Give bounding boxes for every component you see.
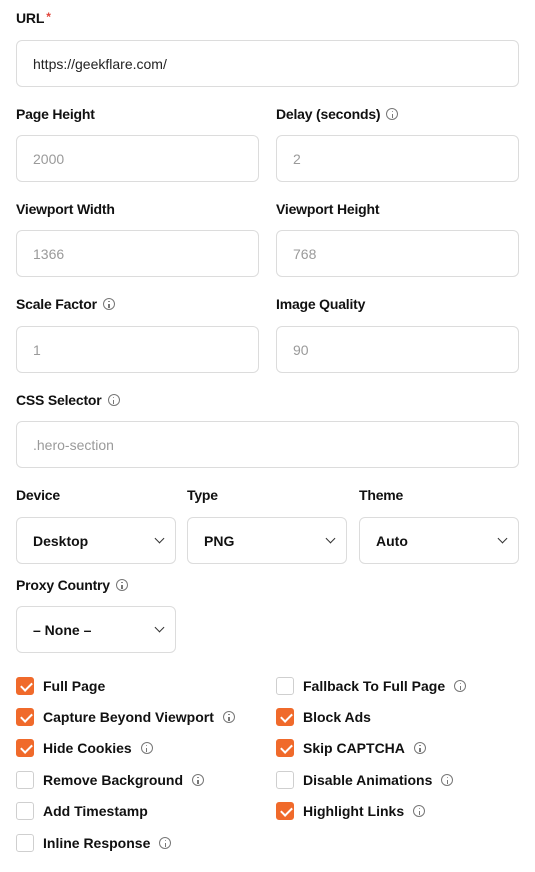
- info-icon[interactable]: [159, 837, 172, 849]
- device-value: Desktop: [33, 532, 89, 549]
- checkbox-box[interactable]: [16, 708, 34, 726]
- viewport-width-field[interactable]: [16, 230, 259, 277]
- theme-label-text: Theme: [359, 487, 404, 503]
- chevron-down-icon: [325, 533, 336, 544]
- url-field[interactable]: [16, 40, 519, 87]
- scale-factor-field[interactable]: [16, 326, 259, 373]
- info-icon[interactable]: [454, 680, 467, 692]
- css-selector-input[interactable]: [17, 422, 518, 467]
- page-height-label: Page Height: [16, 106, 95, 122]
- delay-input[interactable]: [277, 136, 518, 181]
- checkbox-label: Highlight Links: [303, 803, 405, 819]
- page-height-label-text: Page Height: [16, 106, 95, 122]
- viewport-width-label: Viewport Width: [16, 201, 115, 217]
- info-icon[interactable]: [413, 805, 426, 817]
- delay-label-text: Delay (seconds): [276, 106, 381, 122]
- chevron-down-icon: [154, 622, 165, 633]
- image-quality-label-text: Image Quality: [276, 296, 366, 312]
- viewport-height-label: Viewport Height: [276, 201, 380, 217]
- image-quality-label: Image Quality: [276, 296, 365, 312]
- device-label-text: Device: [16, 487, 60, 503]
- checkbox-hide-cookies[interactable]: Hide Cookies: [16, 739, 153, 757]
- url-label: URL *: [16, 10, 51, 26]
- proxy-country-label-text: Proxy Country: [16, 577, 110, 593]
- checkbox-label: Capture Beyond Viewport: [43, 709, 214, 725]
- checkbox-full-page[interactable]: Full Page: [16, 677, 105, 695]
- url-input[interactable]: [17, 41, 518, 86]
- info-icon[interactable]: [102, 298, 115, 310]
- info-icon[interactable]: [413, 742, 426, 754]
- css-selector-label: CSS Selector: [16, 392, 120, 408]
- checkbox-box[interactable]: [276, 771, 294, 789]
- css-selector-field[interactable]: [16, 421, 519, 468]
- type-label: Type: [187, 487, 218, 503]
- viewport-height-label-text: Viewport Height: [276, 201, 380, 217]
- checkbox-box[interactable]: [276, 802, 294, 820]
- checkbox-label: Disable Animations: [303, 772, 433, 788]
- checkbox-label: Add Timestamp: [43, 803, 148, 819]
- theme-label: Theme: [359, 487, 403, 503]
- viewport-width-input[interactable]: [17, 231, 258, 276]
- checkbox-label: Full Page: [43, 678, 106, 694]
- delay-label: Delay (seconds): [276, 106, 399, 122]
- checkbox-capture-beyond-viewport[interactable]: Capture Beyond Viewport: [16, 708, 235, 726]
- checkbox-block-ads[interactable]: Block Ads: [276, 708, 371, 726]
- checkbox-box[interactable]: [16, 802, 34, 820]
- checkbox-box[interactable]: [276, 677, 294, 695]
- checkbox-box[interactable]: [16, 771, 34, 789]
- info-icon[interactable]: [386, 108, 399, 120]
- info-icon[interactable]: [441, 774, 454, 786]
- type-value: PNG: [204, 532, 235, 549]
- image-quality-field[interactable]: [276, 326, 519, 373]
- theme-value: Auto: [376, 532, 408, 549]
- scale-factor-label: Scale Factor: [16, 296, 115, 312]
- checkbox-label: Remove Background: [43, 772, 184, 788]
- checkbox-label: Fallback To Full Page: [303, 678, 446, 694]
- proxy-country-select[interactable]: – None –: [16, 606, 176, 653]
- theme-select[interactable]: Auto: [359, 517, 519, 564]
- css-selector-label-text: CSS Selector: [16, 392, 102, 408]
- type-label-text: Type: [187, 487, 218, 503]
- chevron-down-icon: [497, 533, 508, 544]
- checkbox-inline-response[interactable]: Inline Response: [16, 834, 172, 852]
- viewport-height-field[interactable]: [276, 230, 519, 277]
- checkbox-add-timestamp[interactable]: Add Timestamp: [16, 802, 148, 820]
- device-select[interactable]: Desktop: [16, 517, 176, 564]
- viewport-height-input[interactable]: [277, 231, 518, 276]
- page-height-input[interactable]: [17, 136, 258, 181]
- info-icon[interactable]: [222, 711, 235, 723]
- url-label-text: URL: [16, 10, 45, 26]
- checkbox-box[interactable]: [16, 739, 34, 757]
- required-asterisk: *: [46, 10, 51, 24]
- checkbox-label: Skip CAPTCHA: [303, 740, 405, 756]
- info-icon[interactable]: [115, 579, 128, 591]
- page-height-field[interactable]: [16, 135, 259, 182]
- checkbox-box[interactable]: [276, 739, 294, 757]
- checkbox-box[interactable]: [16, 677, 34, 695]
- checkbox-label: Block Ads: [303, 709, 371, 725]
- checkbox-fallback-to-full-page[interactable]: Fallback To Full Page: [276, 677, 467, 695]
- info-icon[interactable]: [192, 774, 205, 786]
- checkbox-box[interactable]: [276, 708, 294, 726]
- checkbox-remove-background[interactable]: Remove Background: [16, 771, 205, 789]
- delay-field[interactable]: [276, 135, 519, 182]
- checkbox-label: Inline Response: [43, 835, 151, 851]
- info-icon[interactable]: [140, 742, 153, 754]
- proxy-country-value: – None –: [33, 621, 92, 638]
- proxy-country-label: Proxy Country: [16, 577, 128, 593]
- checkbox-skip-captcha[interactable]: Skip CAPTCHA: [276, 739, 426, 757]
- checkbox-box[interactable]: [16, 834, 34, 852]
- device-label: Device: [16, 487, 60, 503]
- scale-factor-input[interactable]: [17, 327, 258, 372]
- checkbox-label: Hide Cookies: [43, 740, 132, 756]
- chevron-down-icon: [154, 533, 165, 544]
- type-select[interactable]: PNG: [187, 517, 347, 564]
- checkbox-disable-animations[interactable]: Disable Animations: [276, 771, 454, 789]
- scale-factor-label-text: Scale Factor: [16, 296, 97, 312]
- info-icon[interactable]: [107, 394, 120, 406]
- checkbox-highlight-links[interactable]: Highlight Links: [276, 802, 426, 820]
- image-quality-input[interactable]: [277, 327, 518, 372]
- viewport-width-label-text: Viewport Width: [16, 201, 115, 217]
